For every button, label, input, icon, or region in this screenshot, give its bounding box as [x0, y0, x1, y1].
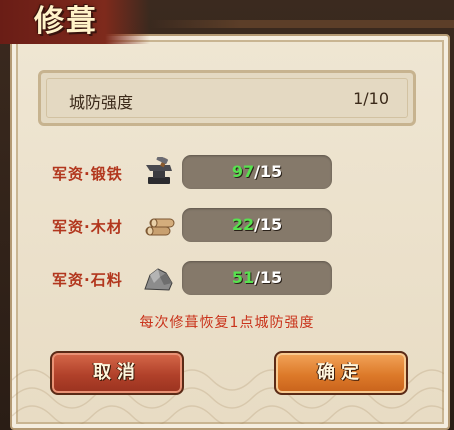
resource-label: 军资·木材 — [52, 218, 123, 236]
wood-logs-icon — [145, 218, 175, 236]
resource-have: 51 — [231, 268, 255, 287]
resource-need: 15 — [259, 162, 283, 181]
resource-label: 军资·石料 — [52, 271, 123, 289]
resource-need: 15 — [259, 268, 283, 287]
anvil-icon — [146, 157, 172, 184]
resource-count-bar: 51/15 — [182, 261, 332, 295]
stone-icon — [144, 268, 173, 291]
resource-count: 51/15 — [182, 268, 332, 287]
resource-label: 军资·锻铁 — [52, 165, 123, 183]
resource-have: 97 — [231, 162, 255, 181]
resource-count: 22/15 — [182, 215, 332, 234]
resource-row-stone: 军资·石料 51/15 — [0, 261, 454, 297]
resource-count-bar: 97/15 — [182, 155, 332, 189]
resource-have: 22 — [231, 215, 255, 234]
resource-need: 15 — [259, 215, 283, 234]
repair-note: 每次修葺恢复1点城防强度 — [139, 315, 315, 331]
dialog-title: 修葺 — [34, 4, 98, 39]
confirm-button[interactable]: 确定 — [274, 351, 408, 395]
cancel-button[interactable]: 取消 — [50, 351, 184, 395]
resource-row-wood: 军资·木材 22/15 — [0, 208, 454, 244]
top-trim — [150, 20, 454, 28]
defense-strength-label: 城防强度 — [69, 93, 134, 112]
resource-row-iron: 军资·锻铁 97/15 — [0, 155, 454, 191]
defense-strength-value: 1/10 — [353, 89, 389, 108]
resource-count-bar: 22/15 — [182, 208, 332, 242]
resource-count: 97/15 — [182, 162, 332, 181]
defense-strength-box: 城防强度 1/10 — [38, 70, 416, 126]
